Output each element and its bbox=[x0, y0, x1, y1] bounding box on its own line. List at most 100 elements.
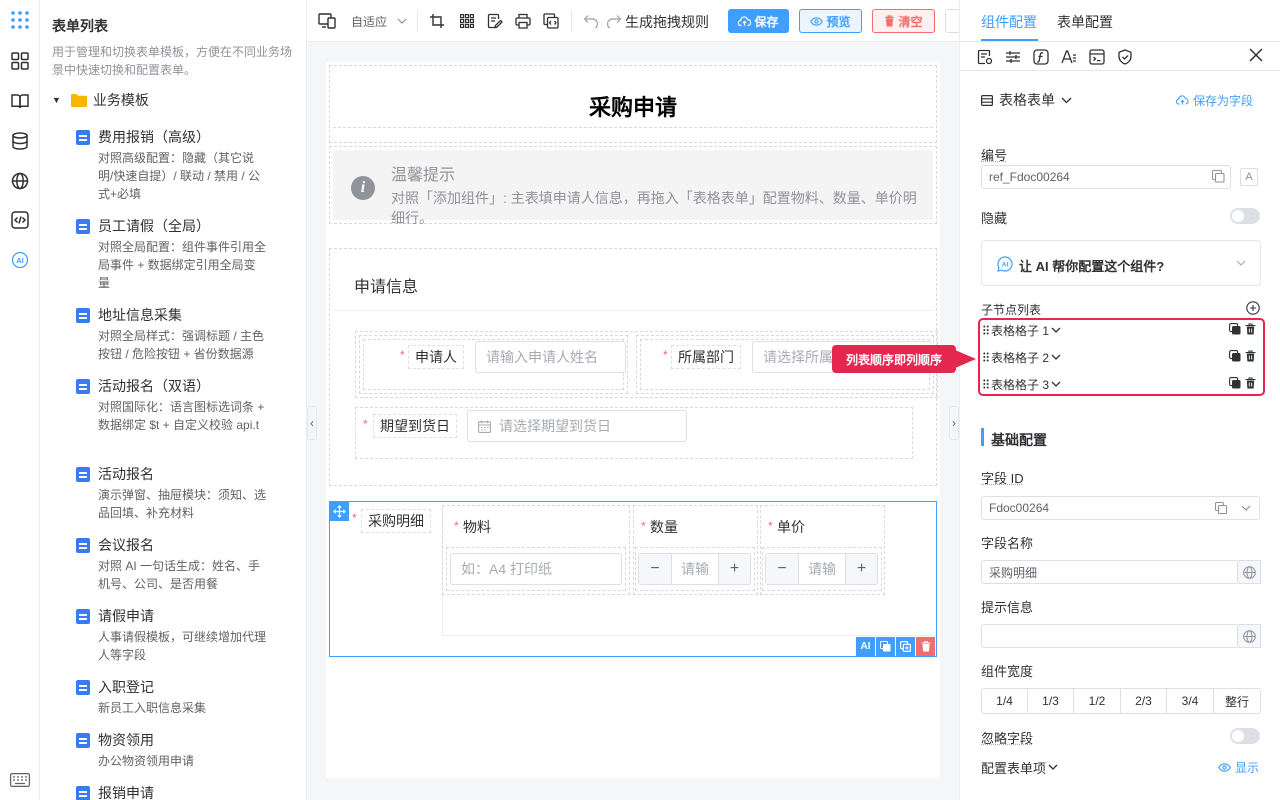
save-button[interactable]: 保存 bbox=[728, 9, 789, 33]
alert-block[interactable]: i 温馨提示 对照「添加组件」: 主表填申请人信息，再拖入「表格表单」配置物料、… bbox=[329, 146, 937, 224]
component-type-select[interactable]: 表格表单 bbox=[981, 91, 1072, 109]
copy-code-icon[interactable] bbox=[541, 11, 561, 31]
folder-business-templates[interactable]: ▼ 业务模板 bbox=[52, 90, 149, 110]
chevron-down-icon[interactable] bbox=[1051, 354, 1061, 360]
drag-handle-icon[interactable] bbox=[983, 325, 989, 335]
title-block[interactable]: 采购申请 bbox=[329, 65, 937, 143]
add-child-button[interactable] bbox=[1246, 301, 1260, 315]
qty-plus-button[interactable]: + bbox=[718, 554, 750, 584]
globe-icon[interactable] bbox=[1238, 624, 1261, 648]
collapse-left-button[interactable]: ‹ bbox=[307, 406, 317, 440]
template-item[interactable]: 活动报名 演示弹窗、抽屉模块：须知、选品回填、补充材料 bbox=[76, 464, 286, 520]
trash-icon[interactable] bbox=[1245, 377, 1256, 391]
hint-input[interactable] bbox=[981, 624, 1238, 648]
code-window-icon[interactable] bbox=[1089, 49, 1105, 65]
add-child-icon[interactable] bbox=[896, 637, 915, 656]
show-button[interactable]: 显示 bbox=[1218, 759, 1259, 775]
trash-icon[interactable] bbox=[1245, 350, 1256, 364]
width-option[interactable]: 1/2 bbox=[1073, 688, 1121, 714]
globe-icon[interactable] bbox=[9, 170, 31, 192]
crop-icon[interactable] bbox=[427, 11, 447, 31]
text-mode-icon[interactable]: A bbox=[1240, 168, 1258, 186]
undo-icon[interactable] bbox=[581, 11, 601, 31]
sliders-icon[interactable] bbox=[1005, 49, 1021, 65]
hidden-toggle[interactable] bbox=[1230, 208, 1260, 224]
qty-input[interactable]: 请输 bbox=[672, 554, 718, 584]
copy-icon[interactable] bbox=[1212, 170, 1225, 183]
field-name-input[interactable]: 采购明细 bbox=[981, 560, 1238, 584]
text-style-icon[interactable] bbox=[1061, 49, 1077, 65]
width-option[interactable]: 整行 bbox=[1213, 688, 1261, 714]
copy-icon[interactable] bbox=[1229, 377, 1241, 391]
device-icon[interactable] bbox=[317, 11, 337, 31]
ignore-field-toggle[interactable] bbox=[1230, 728, 1260, 744]
tab-component-config[interactable]: 组件配置 bbox=[981, 12, 1037, 32]
material-input[interactable]: 如：A4 打印纸 bbox=[450, 553, 622, 585]
price-input[interactable]: 请输 bbox=[799, 554, 845, 584]
edit-doc-icon[interactable] bbox=[485, 11, 505, 31]
width-option[interactable]: 1/3 bbox=[1027, 688, 1074, 714]
props-icon[interactable] bbox=[977, 49, 993, 65]
price-plus-button[interactable]: + bbox=[845, 554, 877, 584]
template-item[interactable]: 地址信息采集 对照全局样式：强调标题 / 主色按钮 / 危险按钮 + 省份数据源 bbox=[76, 305, 286, 361]
date-picker[interactable]: 请选择期望到货日 bbox=[467, 410, 687, 442]
template-item[interactable]: 活动报名（双语） 对照国际化：语言图标选词条 + 数据绑定 $t + 自定义校验… bbox=[76, 376, 286, 450]
template-item[interactable]: 物资领用 办公物资领用申请 bbox=[76, 730, 286, 770]
child-row[interactable]: 表格格子 2 bbox=[983, 347, 1263, 367]
print-icon[interactable] bbox=[513, 11, 533, 31]
code-icon[interactable] bbox=[9, 209, 31, 231]
preview-button[interactable]: 预览 bbox=[799, 9, 862, 33]
price-minus-button[interactable]: − bbox=[766, 554, 799, 584]
width-option[interactable]: 3/4 bbox=[1166, 688, 1214, 714]
config-items-select[interactable]: 配置表单项 bbox=[981, 759, 1058, 775]
copy-icon[interactable] bbox=[1229, 323, 1241, 337]
delete-icon[interactable] bbox=[916, 637, 935, 656]
id-input[interactable]: ref_Fdoc00264 bbox=[981, 165, 1231, 189]
grid-icon[interactable] bbox=[457, 11, 477, 31]
collapse-right-button[interactable]: › bbox=[949, 406, 959, 440]
close-icon[interactable] bbox=[1249, 48, 1265, 64]
chevron-down-icon[interactable] bbox=[1051, 327, 1061, 333]
drag-handle-icon[interactable] bbox=[983, 379, 989, 389]
apps-grid-icon[interactable] bbox=[9, 9, 31, 31]
keyboard-icon[interactable] bbox=[9, 769, 31, 791]
template-item-desc: 对照全局配置：组件事件引用全局事件 + 数据绑定引用全局变量 bbox=[98, 238, 266, 292]
child-row[interactable]: 表格格子 1 bbox=[983, 320, 1263, 340]
shield-icon[interactable] bbox=[1117, 49, 1133, 65]
copy-icon[interactable] bbox=[876, 637, 895, 656]
chevron-down-icon[interactable] bbox=[1241, 505, 1251, 511]
components-icon[interactable] bbox=[9, 50, 31, 72]
ai-config-box[interactable]: AI 让 AI 帮你配置这个组件? bbox=[981, 240, 1261, 286]
clear-button[interactable]: 清空 bbox=[872, 9, 935, 33]
drag-move-icon[interactable] bbox=[330, 502, 349, 521]
copy-icon[interactable] bbox=[1215, 502, 1227, 514]
template-item[interactable]: 会议报名 对照 AI 一句话生成：姓名、手机号、公司、是否用餐 bbox=[76, 535, 286, 591]
qty-minus-button[interactable]: − bbox=[639, 554, 672, 584]
template-item[interactable]: 费用报销（高级） 对照高级配置：隐藏（其它说明/快速自提）/ 联动 / 禁用 /… bbox=[76, 127, 286, 201]
width-option[interactable]: 2/3 bbox=[1120, 688, 1167, 714]
table-form-block[interactable]: * 采购明细 * 物料 如：A4 打印纸 * 数量 − 请输 + * 单价 − … bbox=[329, 501, 937, 657]
ai-assist-icon[interactable]: AI bbox=[856, 637, 875, 656]
tab-form-config[interactable]: 表单配置 bbox=[1057, 12, 1113, 32]
copy-icon[interactable] bbox=[1229, 350, 1241, 364]
adapt-select[interactable]: 自适应 bbox=[351, 12, 407, 30]
template-item[interactable]: 请假申请 人事请假模板，可继续增加代理人等字段 bbox=[76, 606, 286, 662]
database-icon[interactable] bbox=[9, 130, 31, 152]
drag-handle-icon[interactable] bbox=[983, 352, 989, 362]
save-as-field-button[interactable]: 保存为字段 bbox=[1176, 92, 1253, 108]
chevron-down-icon[interactable] bbox=[1051, 381, 1061, 387]
child-row[interactable]: 表格格子 3 bbox=[983, 374, 1263, 394]
trash-icon[interactable] bbox=[1245, 323, 1256, 337]
overflow-button[interactable] bbox=[945, 9, 959, 33]
redo-icon[interactable] bbox=[604, 11, 624, 31]
template-item[interactable]: 员工请假（全局） 对照全局配置：组件事件引用全局事件 + 数据绑定引用全局变量 bbox=[76, 216, 286, 290]
applicant-input[interactable]: 请输入申请人姓名 bbox=[475, 341, 626, 373]
globe-icon[interactable] bbox=[1238, 560, 1261, 584]
template-item[interactable]: 报销申请 bbox=[76, 783, 286, 800]
generate-drag-rule-button[interactable]: 生成拖拽规则 bbox=[625, 12, 709, 32]
book-icon[interactable] bbox=[9, 90, 31, 112]
function-icon[interactable] bbox=[1033, 49, 1049, 65]
template-item[interactable]: 入职登记 新员工入职信息采集 bbox=[76, 677, 286, 717]
ai-icon[interactable]: AI bbox=[9, 249, 31, 271]
width-option[interactable]: 1/4 bbox=[981, 688, 1028, 714]
